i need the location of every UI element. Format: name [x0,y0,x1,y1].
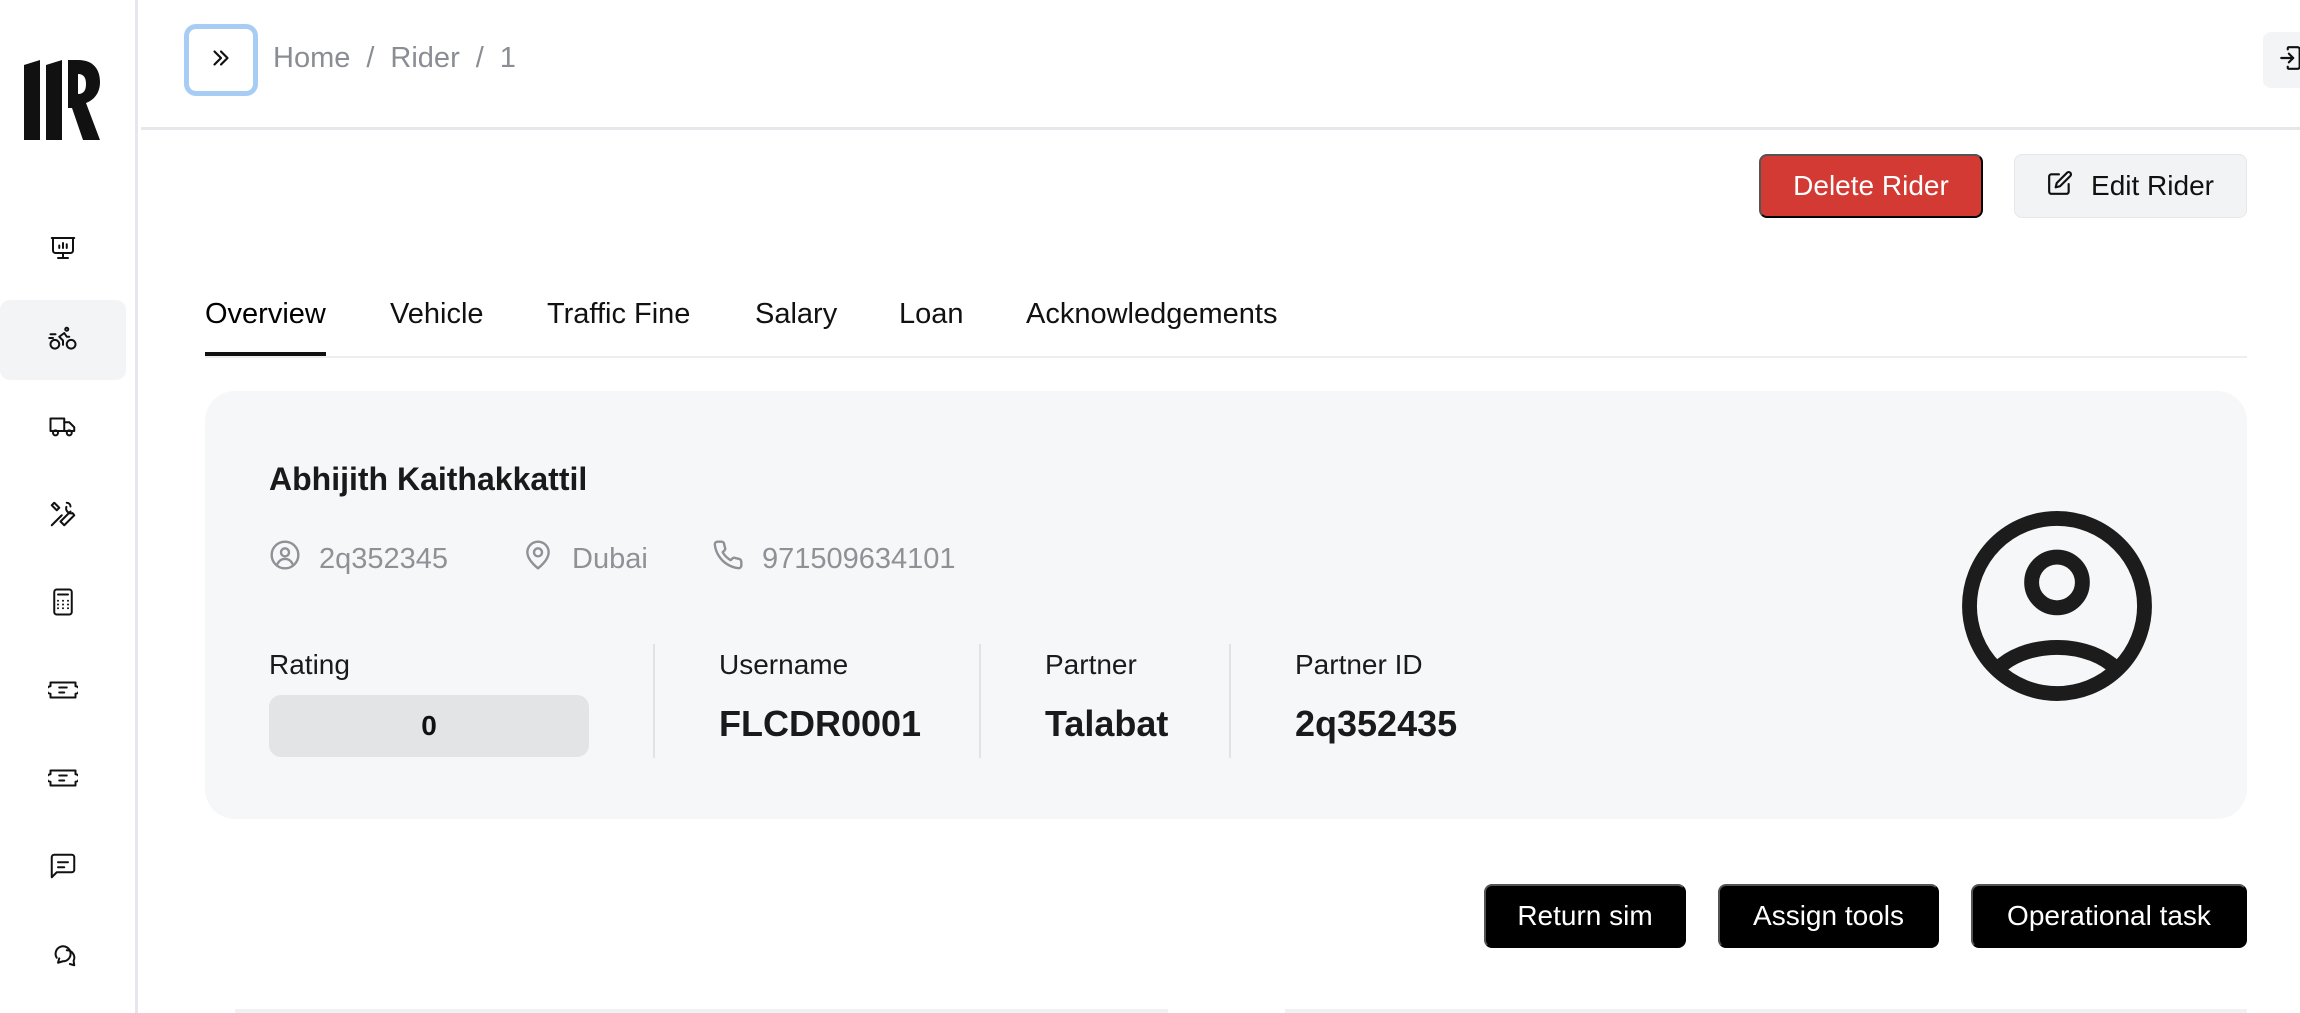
rider-id: 2q352345 [269,539,448,579]
stat-divider [653,644,655,758]
breadcrumb: Home / Rider / 1 [273,42,516,75]
stat-divider [979,644,981,758]
rider-name: Abhijith Kaithakkattil [269,461,588,497]
sidebar-item-tickets-2[interactable] [0,740,126,820]
edit-rider-button[interactable]: Edit Rider [2014,154,2247,218]
tab-loan[interactable]: Loan [899,298,964,331]
delete-rider-button[interactable]: Delete Rider [1759,154,1983,218]
username-label: Username [719,649,849,680]
rider-location-value: Dubai [572,542,648,575]
content-section-edge [235,1009,1168,1013]
sidebar-item-tools[interactable] [0,476,126,556]
sidebar-item-tickets[interactable] [0,652,126,732]
rider-profile-card: Abhijith Kaithakkattil 2q352345 Dubai 97… [205,391,2247,819]
rating-value: 0 [421,710,437,741]
message-square-icon [48,851,78,886]
rider-phone: 971509634101 [712,539,956,579]
presentation-chart-icon [48,233,78,268]
ticket-icon [45,763,81,798]
rider-location: Dubai [522,539,648,579]
rating-label: Rating [269,649,350,680]
sidebar-item-chats[interactable] [0,916,126,996]
breadcrumb-home[interactable]: Home [273,42,350,75]
sidebar-item-riders[interactable] [0,300,126,380]
brand-logo[interactable] [22,60,100,140]
avatar [1952,501,2162,711]
rider-phone-value: 971509634101 [762,542,956,575]
sidebar-item-vehicles[interactable] [0,388,126,468]
sidebar-item-calculator[interactable] [0,564,126,644]
stat-divider [1229,644,1231,758]
breadcrumb-current: 1 [499,42,516,74]
log-in-icon [2278,45,2300,76]
ticket-icon [45,675,81,710]
sidebar-item-messages[interactable] [0,828,126,908]
tab-bar: Overview Vehicle Traffic Fine Salary Loa… [205,290,2247,358]
top-header: Home / Rider / 1 [141,0,2300,130]
tab-vehicle[interactable]: Vehicle [390,298,484,331]
sidebar-toggle-button[interactable] [184,24,258,96]
partner-id-label: Partner ID [1295,649,1423,680]
username-value: FLCDR0001 [719,703,922,744]
map-pin-icon [522,539,554,579]
partner-value: Talabat [1045,703,1169,744]
breadcrumb-separator: / [475,42,484,74]
tab-overview[interactable]: Overview [205,298,326,331]
rider-id-value: 2q352345 [319,542,449,575]
partner-label: Partner [1045,649,1137,680]
sidebar-item-dashboard[interactable] [0,210,126,290]
return-sim-button[interactable]: Return sim [1484,884,1686,948]
user-circle-icon [269,539,301,579]
partner-id-value: 2q352435 [1295,703,1458,744]
edit-rider-label: Edit Rider [2091,170,2214,201]
rating-badge: 0 [269,695,589,757]
calculator-icon [48,587,78,622]
breadcrumb-separator: / [366,42,375,74]
assign-tools-button[interactable]: Assign tools [1718,884,1939,948]
breadcrumb-rider[interactable]: Rider [390,42,459,75]
tab-salary[interactable]: Salary [755,298,837,331]
tab-acknowledgements[interactable]: Acknowledgements [1026,298,1277,331]
chevrons-right-icon [208,45,234,76]
messages-icon [48,939,78,974]
truck-icon [48,411,78,446]
bike-rider-icon [48,323,78,358]
edit-icon [2047,170,2073,203]
phone-icon [712,539,744,579]
tools-icon [48,499,78,534]
logout-button[interactable] [2263,32,2300,88]
tab-traffic-fine[interactable]: Traffic Fine [547,298,690,331]
operational-task-button[interactable]: Operational task [1971,884,2247,948]
sidebar [0,0,138,1013]
content-section-edge [1285,1009,2247,1013]
user-avatar-icon [1952,511,2162,715]
active-tab-indicator [205,352,326,356]
